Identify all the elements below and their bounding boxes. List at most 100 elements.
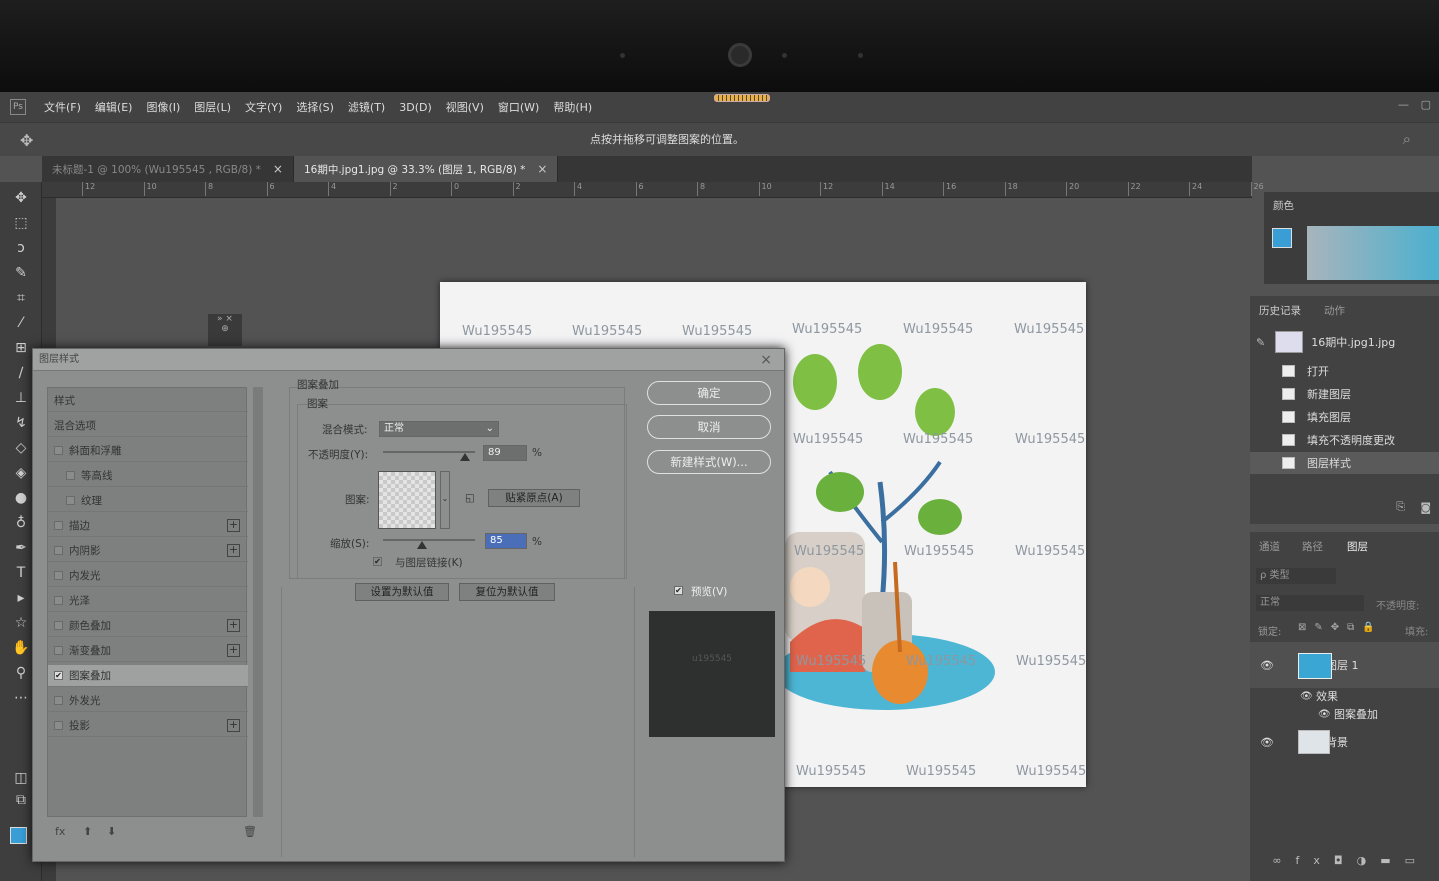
opacity-input[interactable]: 89 [483,445,527,461]
more-tools-icon[interactable]: ⋯ [8,690,34,712]
style-item[interactable]: ✔ 图案叠加 [48,665,248,687]
tab-layers[interactable]: 图层 [1347,539,1368,554]
style-checkbox[interactable] [54,521,63,530]
history-item-selected[interactable]: 图层样式 [1250,452,1439,474]
collapsed-panel[interactable]: » × ⊕ [208,314,242,346]
close-icon[interactable]: × [760,349,772,371]
trash-icon[interactable]: 🗑 [243,825,257,838]
tab-paths[interactable]: 路径 [1302,539,1323,554]
style-checkbox[interactable] [54,721,63,730]
style-checkbox[interactable] [54,596,63,605]
move-icon[interactable]: ✥ [8,190,34,212]
style-list-scrollbar[interactable] [253,387,263,817]
search-icon[interactable]: ⌕ [1403,130,1411,148]
paint-bucket-icon[interactable]: ◈ [8,465,34,487]
menu-edit[interactable]: 编辑(E) [95,99,133,115]
eraser-icon[interactable]: ◇ [8,440,34,462]
new-snapshot-icon[interactable]: ⎘ [1396,500,1405,514]
layer-blend-mode[interactable]: 正常 [1256,595,1364,611]
eye-icon[interactable]: 👁 [1260,736,1274,749]
color-spectrum[interactable] [1307,226,1439,280]
style-item[interactable]: 混合选项 [48,415,248,437]
layer-row-background[interactable]: 👁 背景 [1250,724,1439,760]
tab-history[interactable]: 历史记录 [1259,303,1301,318]
style-item[interactable]: 描边 + [48,515,248,537]
ok-button[interactable]: 确定 [647,381,771,405]
pen-icon[interactable]: ✒ [8,540,34,562]
eye-icon[interactable]: 👁 [1318,709,1331,720]
crop-icon[interactable]: ⌗ [8,290,34,312]
history-item[interactable]: 新建图层 [1250,383,1439,405]
menu-view[interactable]: 视图(V) [446,99,484,115]
blur-icon[interactable]: ● [8,490,34,512]
style-item[interactable]: 外发光 [48,690,248,712]
add-style-icon[interactable]: + [227,619,240,632]
zoom-icon[interactable]: ⚲ [8,665,34,687]
menu-window[interactable]: 窗口(W) [498,99,539,115]
layer-row-layer1[interactable]: 👁 图层 1 [1250,642,1439,688]
menu-help[interactable]: 帮助(H) [553,99,592,115]
snap-to-origin-button[interactable]: 贴紧原点(A) [488,489,580,507]
style-checkbox[interactable] [54,546,63,555]
shape-icon[interactable]: ☆ [8,615,34,637]
close-icon[interactable]: × [273,162,283,176]
marquee-icon[interactable]: ⬚ [8,215,34,237]
style-checkbox[interactable]: ✔ [54,671,63,680]
history-item[interactable]: 打开 [1250,360,1439,382]
style-item[interactable]: 等高线 [48,465,248,487]
dodge-icon[interactable]: ♁ [8,515,34,537]
style-item[interactable]: 颜色叠加 + [48,615,248,637]
healing-icon[interactable]: ⊞ [8,340,34,362]
eyedropper-icon[interactable]: ⁄ [8,315,34,337]
style-item[interactable]: 纹理 [48,490,248,512]
panel-controls[interactable]: » × [208,314,242,324]
menu-3d[interactable]: 3D(D) [399,101,432,114]
style-item[interactable]: 样式 [48,390,248,412]
preview-checkbox[interactable]: ✔ [674,586,683,595]
fx-icon[interactable]: fx [55,825,65,838]
quick-select-icon[interactable]: ✎ [8,265,34,287]
history-snapshot[interactable]: ✎ 16期中.jpg1.jpg [1250,328,1439,356]
foreground-color-swatch[interactable] [10,827,27,844]
add-style-icon[interactable]: + [227,544,240,557]
scale-slider-track[interactable] [383,539,475,541]
style-checkbox[interactable] [54,446,63,455]
brush-icon[interactable]: ∕ [8,365,34,387]
quick-mask-icon[interactable]: ◫ [8,770,34,792]
path-select-icon[interactable]: ▸ [8,590,34,612]
style-checkbox[interactable] [54,646,63,655]
lock-icons[interactable]: ⊠✎✥⧉🔒 [1298,622,1383,633]
effect-item-row[interactable]: 👁 图案叠加 [1250,706,1439,722]
link-layer-checkbox[interactable]: ✔ [373,557,382,566]
menu-filter[interactable]: 滤镜(T) [348,99,385,115]
add-style-icon[interactable]: + [227,644,240,657]
color-fg-swatch[interactable] [1272,228,1292,248]
tab-channels[interactable]: 通道 [1259,539,1280,554]
layers-footer-icons[interactable]: ∞fx◘◑▬▭ [1250,854,1439,867]
layer-filter[interactable]: ρ 类型 [1256,568,1336,584]
scale-input[interactable]: 85 [485,533,527,549]
lasso-icon[interactable]: ↄ [8,240,34,262]
effects-row[interactable]: 👁 效果 [1250,688,1439,704]
style-item[interactable]: 内发光 [48,565,248,587]
pattern-dropdown[interactable]: ⌄ [440,471,450,529]
eye-icon[interactable]: 👁 [1300,691,1313,702]
history-brush-icon[interactable]: ↯ [8,415,34,437]
pattern-swatch[interactable] [378,471,436,529]
hand-icon[interactable]: ✋ [8,640,34,662]
style-checkbox[interactable] [66,496,75,505]
menu-layer[interactable]: 图层(L) [194,99,231,115]
style-checkbox[interactable] [54,696,63,705]
menu-select[interactable]: 选择(S) [296,99,334,115]
new-style-button[interactable]: 新建样式(W)... [647,450,771,474]
new-preset-icon[interactable]: ◱ [465,492,475,504]
style-checkbox[interactable] [54,621,63,630]
style-item[interactable]: 光泽 [48,590,248,612]
blend-mode-select[interactable]: 正常 ⌄ [379,421,499,437]
style-item[interactable]: 内阴影 + [48,540,248,562]
menu-image[interactable]: 图像(I) [146,99,180,115]
style-checkbox[interactable] [66,471,75,480]
tab-actions[interactable]: 动作 [1324,303,1345,318]
maximize-icon[interactable]: ▢ [1421,98,1431,111]
tab-active-document[interactable]: 16期中.jpg1.jpg @ 33.3% (图层 1, RGB/8) * × [293,156,559,182]
